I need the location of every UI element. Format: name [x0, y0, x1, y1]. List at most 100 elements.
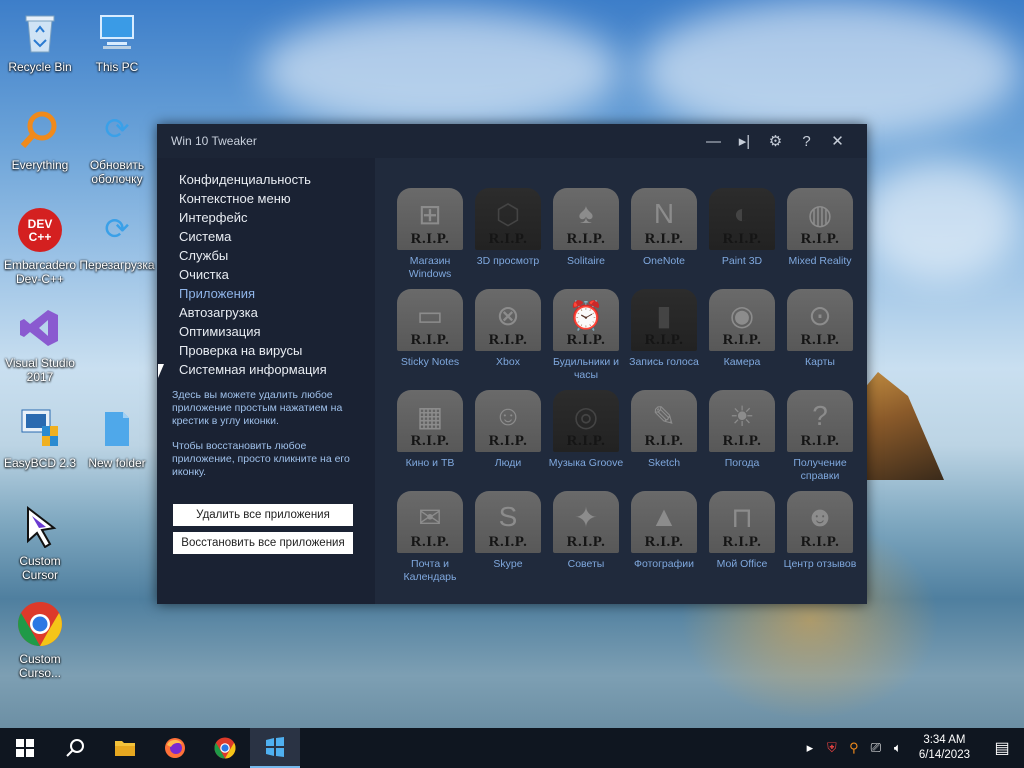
app-tile[interactable]: ♠ R.I.P. Solitaire	[547, 188, 625, 268]
music-icon: ◎	[573, 401, 599, 432]
file-explorer-icon[interactable]	[100, 728, 150, 768]
desktop-icon-custom-cursor-chrome[interactable]: Custom Curso...	[0, 600, 80, 680]
volume-icon[interactable]: 🔈︎	[887, 740, 909, 756]
nav-menu: Конфиденциальность Контекстное меню Инте…	[157, 158, 375, 379]
app-tile-label: Кино и ТВ	[405, 457, 455, 469]
nav-item-cleanup[interactable]: Очистка	[179, 265, 375, 284]
desktop-icon-label: EasyBCD 2.3	[3, 456, 77, 470]
rip-label: R.I.P.	[410, 332, 450, 348]
mouse-cursor	[158, 364, 164, 378]
app-tile[interactable]: ☺ R.I.P. Люди	[469, 390, 547, 470]
app-tile[interactable]: ? R.I.P. Получение справки	[781, 390, 859, 483]
app-tile[interactable]: ⏰ R.I.P. Будильники и часы	[547, 289, 625, 382]
clock[interactable]: 3:34 AM 6/14/2023	[909, 733, 980, 763]
rip-label: R.I.P.	[722, 332, 762, 348]
app-tile[interactable]: ▮ R.I.P. Запись голоса	[625, 289, 703, 369]
app-tile[interactable]: ▦ R.I.P. Кино и ТВ	[391, 390, 469, 470]
chrome-icon[interactable]	[200, 728, 250, 768]
desktop-icon-custom-cursor[interactable]: Custom Cursor	[0, 502, 80, 582]
window-title: Win 10 Tweaker	[171, 134, 257, 148]
nav-item-optimization[interactable]: Оптимизация	[179, 322, 375, 341]
rip-label: R.I.P.	[644, 332, 684, 348]
rip-label: R.I.P.	[488, 433, 528, 449]
windows-start-icon[interactable]	[0, 728, 50, 768]
app-tile-label: Будильники и часы	[552, 356, 620, 381]
app-tile[interactable]: ▲ R.I.P. Фотографии	[625, 491, 703, 571]
app-tile[interactable]: ✎ R.I.P. Sketch	[625, 390, 703, 470]
nav-item-services[interactable]: Службы	[179, 246, 375, 265]
note-icon: ▭	[416, 300, 444, 331]
desktop-icon-reboot[interactable]: ⟳ Перезагрузка	[77, 206, 157, 273]
nav-item-apps[interactable]: Приложения	[179, 284, 375, 303]
desktop-icon-this-pc[interactable]: This PC	[77, 8, 157, 74]
firefox-icon[interactable]	[150, 728, 200, 768]
app-tile[interactable]: ☻ R.I.P. Центр отзывов	[781, 491, 859, 571]
nav-item-privacy[interactable]: Конфиденциальность	[179, 170, 375, 189]
close-icon[interactable]: ✕	[822, 132, 853, 150]
desktop-icon-easybcd[interactable]: EasyBCD 2.3	[0, 404, 80, 470]
photo-icon: ▲	[650, 501, 678, 532]
bulb-icon: ✦	[574, 502, 598, 533]
app-tile-label: 3D просмотр	[476, 255, 540, 267]
svg-text:C++: C++	[29, 230, 52, 244]
desktop-icon-recycle-bin[interactable]: Recycle Bin	[0, 8, 80, 74]
app-tile[interactable]: ⬡ R.I.P. 3D просмотр	[469, 188, 547, 268]
cube-icon: ⬡	[495, 199, 521, 230]
app-tile-label: Paint 3D	[721, 255, 763, 267]
store-icon: ⊞	[418, 199, 442, 230]
app-tile-icon-box: ☻ R.I.P.	[787, 491, 853, 553]
app-tile-icon-box: ⊗ R.I.P.	[475, 289, 541, 351]
play-icon[interactable]: ▸|	[729, 132, 760, 150]
app-tile[interactable]: ◐ R.I.P. Paint 3D	[703, 188, 781, 268]
desktop-icon-refresh-shell[interactable]: ⟳ Обновить оболочку	[77, 106, 157, 187]
nav-item-system[interactable]: Система	[179, 227, 375, 246]
app-tile[interactable]: N R.I.P. OneNote	[625, 188, 703, 268]
desktop-icon-devcpp[interactable]: DEV C++ Embarcadero Dev-C++	[0, 206, 80, 286]
microphone-icon: ▮	[656, 300, 672, 331]
app-tile[interactable]: ◍ R.I.P. Mixed Reality	[781, 188, 859, 268]
app-tile[interactable]: ⊗ R.I.P. Xbox	[469, 289, 547, 369]
desktop-icon-visual-studio[interactable]: Visual Studio 2017	[0, 304, 80, 384]
nav-item-system-info[interactable]: Системная информация	[179, 360, 375, 379]
paint-icon: ◐	[733, 198, 751, 229]
network-icon[interactable]: ⎚	[865, 740, 887, 756]
app-tile[interactable]: ◎ R.I.P. Музыка Groove	[547, 390, 625, 470]
restore-all-apps-button[interactable]: Восстановить все приложения	[173, 532, 353, 554]
app-tile[interactable]: ☀ R.I.P. Погода	[703, 390, 781, 470]
app-tile-icon-box: ☺ R.I.P.	[475, 390, 541, 452]
visual-studio-icon	[16, 304, 64, 352]
chevron-up-icon[interactable]: ▸	[799, 740, 821, 756]
app-tile[interactable]: ◉ R.I.P. Камера	[703, 289, 781, 369]
chrome-icon	[16, 600, 64, 648]
notification-icon[interactable]: ▤	[980, 738, 1024, 758]
desktop-icon-label: Embarcadero Dev-C++	[3, 258, 77, 286]
app-tile[interactable]: ✉ R.I.P. Почта и Календарь	[391, 491, 469, 584]
gear-icon[interactable]: ⚙	[760, 132, 791, 150]
magnifier-icon[interactable]: ⚲	[843, 740, 865, 756]
app-tile[interactable]: S R.I.P. Skype	[469, 491, 547, 571]
search-icon[interactable]	[50, 728, 100, 768]
nav-item-context-menu[interactable]: Контекстное меню	[179, 189, 375, 208]
nav-item-virus-check[interactable]: Проверка на вирусы	[179, 341, 375, 360]
nav-item-autostart[interactable]: Автозагрузка	[179, 303, 375, 322]
mail-icon: ✉	[418, 502, 442, 533]
app-tile[interactable]: ✦ R.I.P. Советы	[547, 491, 625, 571]
app-tile[interactable]: ▭ R.I.P. Sticky Notes	[391, 289, 469, 369]
app-tile[interactable]: ⊞ R.I.P. Магазин Windows	[391, 188, 469, 281]
app-tile-icon-box: ⊞ R.I.P.	[397, 188, 463, 250]
minimize-icon[interactable]: —	[698, 133, 729, 150]
app-tile-label: Магазин Windows	[408, 255, 452, 280]
magnifier-icon	[16, 106, 64, 154]
win10tweaker-icon[interactable]	[250, 728, 300, 768]
camera-icon: ◉	[729, 300, 755, 331]
app-tile[interactable]: ⊓ R.I.P. Мой Office	[703, 491, 781, 571]
app-tile-icon-box: ⏰ R.I.P.	[553, 289, 619, 351]
office-icon: ⊓	[731, 502, 753, 533]
help-icon[interactable]: ?	[791, 133, 822, 150]
remove-all-apps-button[interactable]: Удалить все приложения	[173, 504, 353, 526]
desktop-icon-new-folder[interactable]: New folder	[77, 404, 157, 470]
nav-item-interface[interactable]: Интерфейс	[179, 208, 375, 227]
desktop-icon-everything[interactable]: Everything	[0, 106, 80, 172]
shield-icon[interactable]: ⛨	[821, 740, 843, 756]
app-tile[interactable]: ⊙ R.I.P. Карты	[781, 289, 859, 369]
